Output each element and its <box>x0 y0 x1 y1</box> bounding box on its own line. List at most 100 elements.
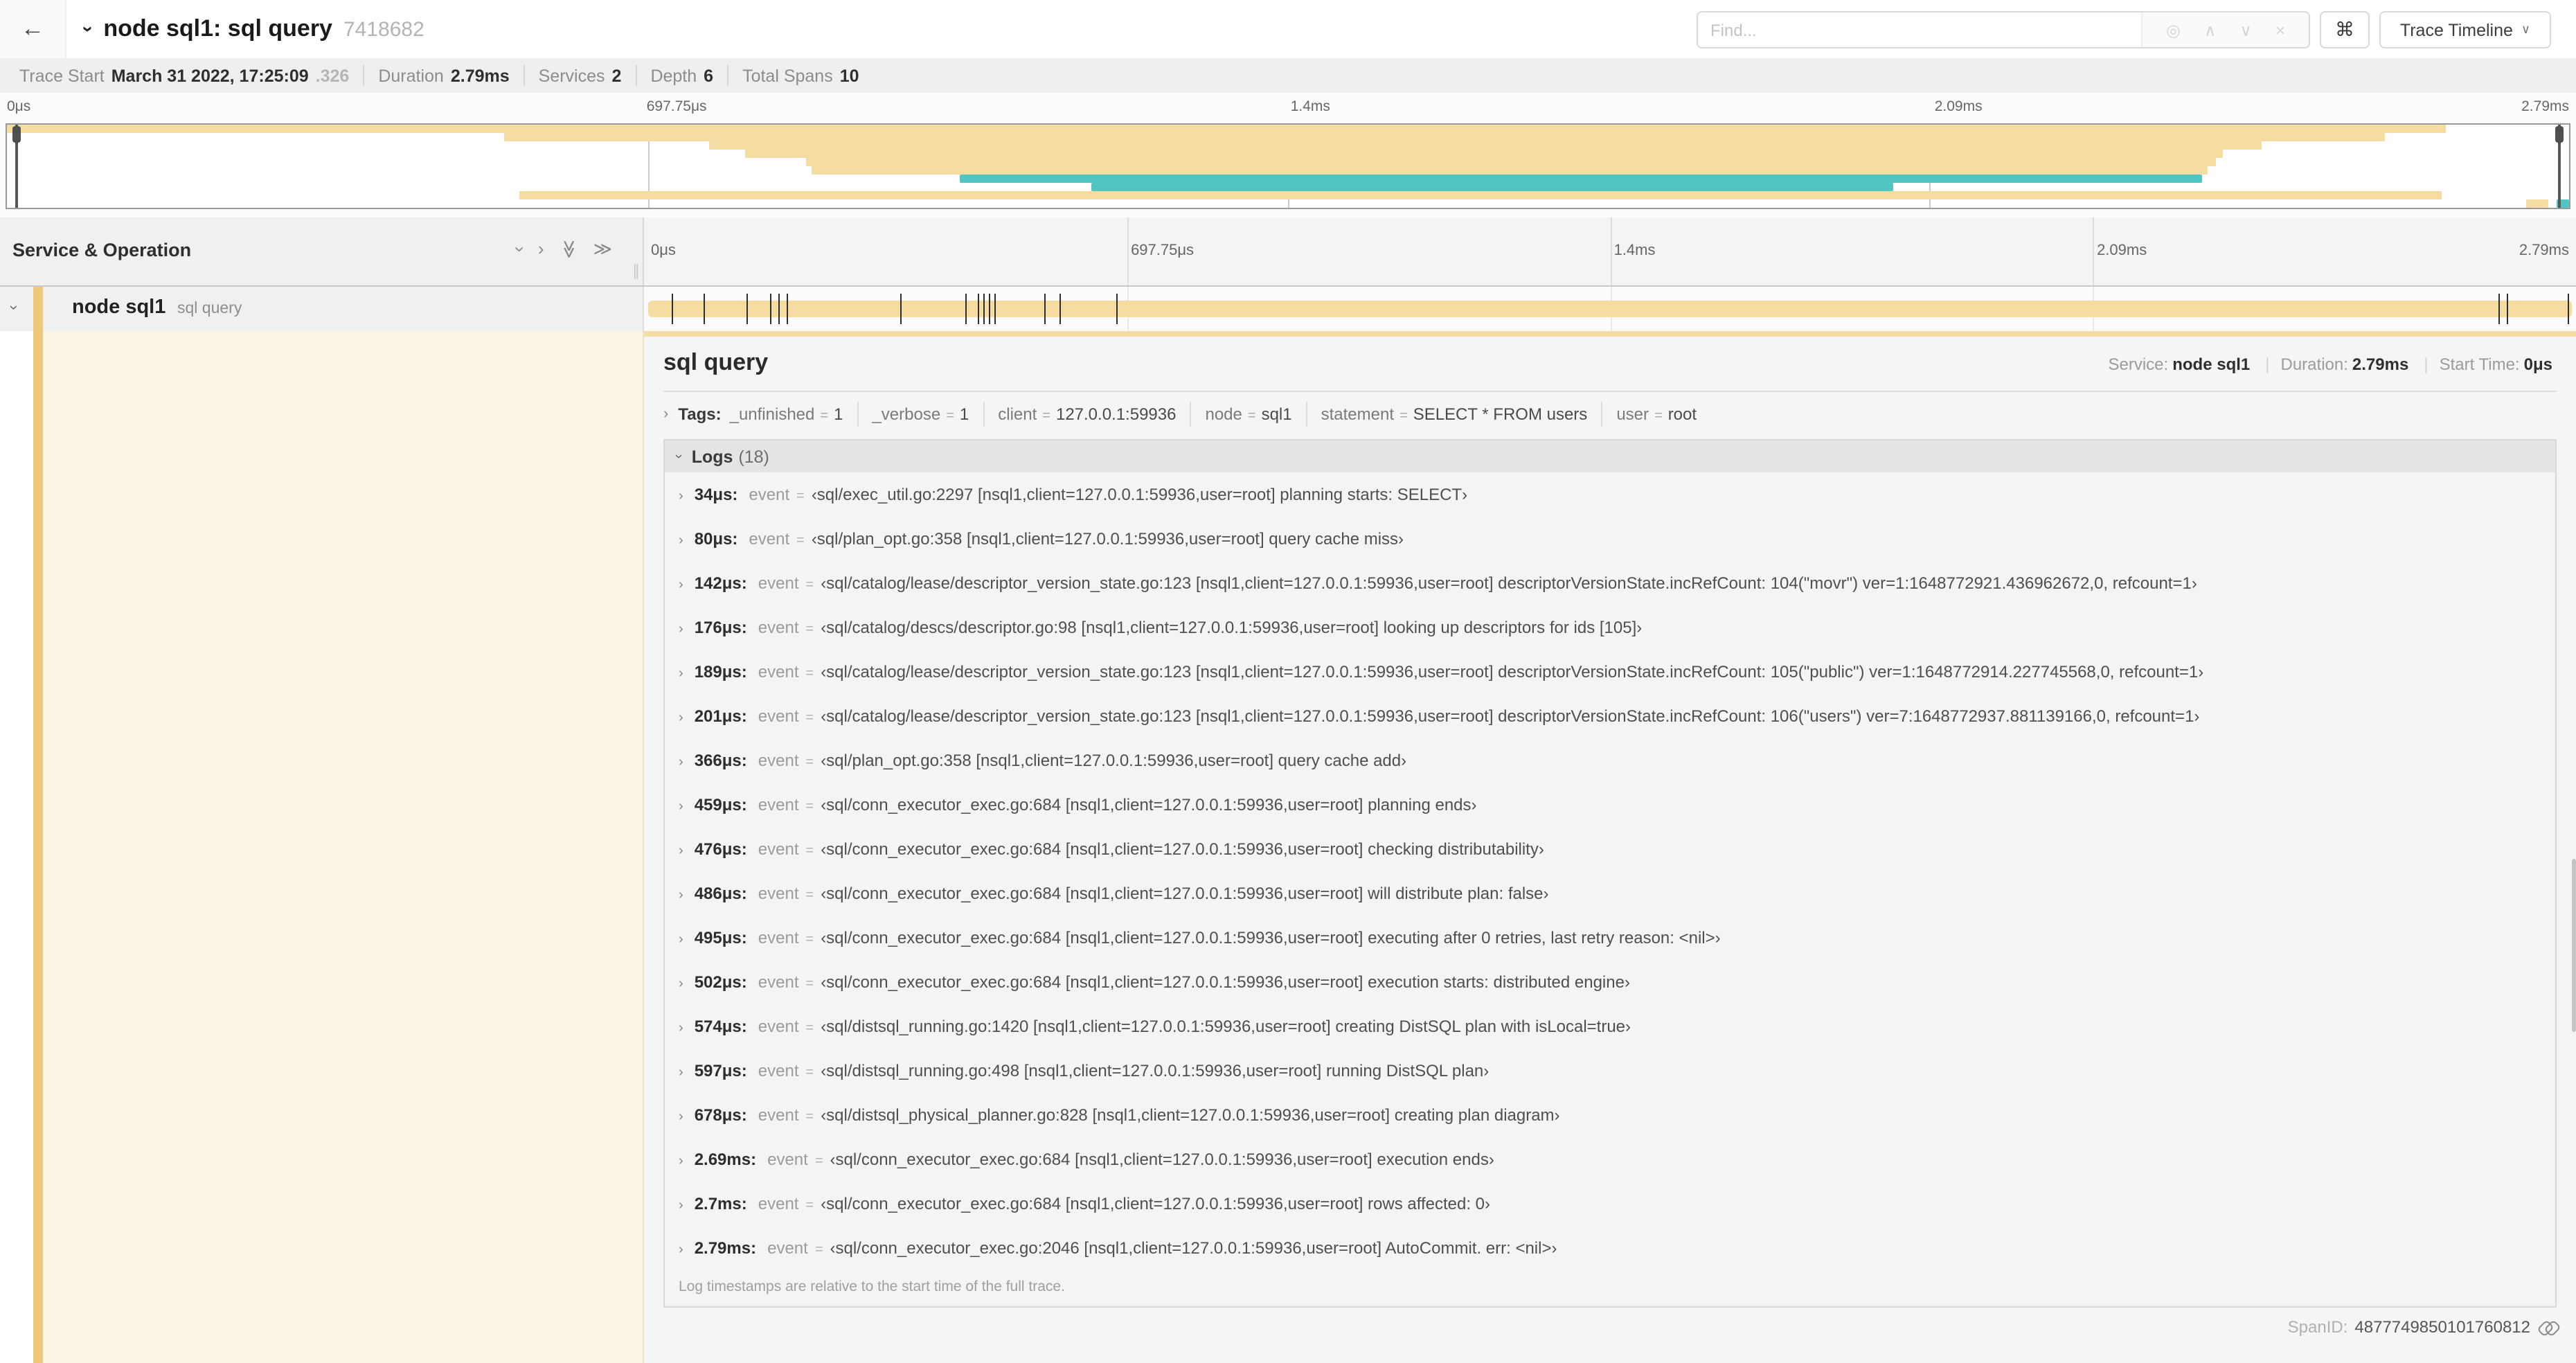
log-timestamp: 476μs: <box>694 839 747 859</box>
log-expand-icon[interactable]: › <box>679 1154 683 1169</box>
ruler-tick: 2.09ms <box>2097 242 2147 259</box>
tags-expand-icon[interactable]: › <box>663 406 668 422</box>
tag-item: client = 127.0.0.1:59936 <box>983 402 1190 427</box>
next-match-icon[interactable]: ∨ <box>2239 20 2252 39</box>
log-expand-icon[interactable]: › <box>679 888 683 903</box>
span-collapse-icon[interactable]: › <box>6 305 22 310</box>
tags-row[interactable]: › Tags: _unfinished = 1 _verbose = 1 client =… <box>663 402 2557 427</box>
tags-list: _unfinished = 1 _verbose = 1 client = 127.0.0.… <box>730 402 1710 427</box>
log-entry[interactable]: › 366μs: event = ‹sql/plan_opt.go:358 [n… <box>665 738 2555 783</box>
view-selector-button[interactable]: Trace Timeline ∨ <box>2379 11 2551 48</box>
expand-deep-icon[interactable]: ≫ <box>593 239 612 259</box>
log-expand-icon[interactable]: › <box>679 1021 683 1036</box>
log-expand-icon[interactable]: › <box>679 755 683 770</box>
log-entry[interactable]: › 459μs: event = ‹sql/conn_executor_exec… <box>665 783 2555 827</box>
back-arrow-icon: ← <box>21 15 44 42</box>
vertical-scrollbar[interactable] <box>2572 859 2576 1032</box>
log-expand-icon[interactable]: › <box>679 1065 683 1080</box>
log-entry[interactable]: › 597μs: event = ‹sql/distsql_running.go… <box>665 1049 2555 1093</box>
log-expand-icon[interactable]: › <box>679 666 683 682</box>
tag-item: user = root <box>1601 402 1710 427</box>
log-expand-icon[interactable]: › <box>679 489 683 504</box>
log-entry[interactable]: › 189μs: event = ‹sql/catalog/lease/desc… <box>665 650 2555 694</box>
log-expand-icon[interactable]: › <box>679 977 683 992</box>
log-field: event <box>758 706 799 726</box>
summary-item: Depth 6 <box>635 65 727 86</box>
log-entry[interactable]: › 678μs: event = ‹sql/distsql_physical_p… <box>665 1093 2555 1137</box>
log-field: event <box>758 1194 799 1213</box>
log-timestamp: 366μs: <box>694 751 747 770</box>
log-entry[interactable]: › 2.7ms: event = ‹sql/conn_executor_exec… <box>665 1182 2555 1226</box>
log-value: ‹sql/plan_opt.go:358 [nsql1,client=127.0… <box>821 751 1407 770</box>
detail-divider <box>663 391 2557 392</box>
log-value: ‹sql/conn_executor_exec.go:684 [nsql1,cl… <box>821 1194 1491 1213</box>
span-row[interactable]: › node sql1 sql query <box>0 287 2576 331</box>
log-entry[interactable]: › 486μs: event = ‹sql/conn_executor_exec… <box>665 871 2555 916</box>
locate-icon[interactable]: ◎ <box>2166 20 2181 39</box>
log-entry[interactable]: › 574μs: event = ‹sql/distsql_running.go… <box>665 1004 2555 1049</box>
log-equals: = <box>805 622 814 637</box>
minimap-tick: 2.09ms <box>1934 98 1983 115</box>
log-value: ‹sql/distsql_physical_planner.go:828 [ns… <box>821 1105 1560 1125</box>
log-entry[interactable]: › 2.79ms: event = ‹sql/conn_executor_exe… <box>665 1226 2555 1270</box>
log-field: event <box>758 884 799 903</box>
scrubber-knob[interactable] <box>2555 126 2564 143</box>
log-entry[interactable]: › 201μs: event = ‹sql/catalog/lease/desc… <box>665 694 2555 738</box>
log-timestamp: 2.79ms: <box>694 1238 757 1258</box>
log-expand-icon[interactable]: › <box>679 1198 683 1213</box>
log-expand-icon[interactable]: › <box>679 1242 683 1258</box>
back-button[interactable]: ← <box>0 0 66 58</box>
logs-header[interactable]: › Logs (18) <box>665 440 2555 472</box>
collapse-all-icon[interactable]: › <box>510 247 531 253</box>
log-entry[interactable]: › 476μs: event = ‹sql/conn_executor_exec… <box>665 827 2555 871</box>
log-field: event <box>767 1150 808 1169</box>
logs-collapse-icon[interactable]: › <box>670 454 686 459</box>
log-expand-icon[interactable]: › <box>679 711 683 726</box>
collapse-deep-icon[interactable]: ≫ <box>559 240 580 258</box>
column-resize-handle[interactable]: ∥ <box>632 262 640 280</box>
log-entry[interactable]: › 34μs: event = ‹sql/exec_util.go:2297 [… <box>665 472 2555 517</box>
log-entry[interactable]: › 80μs: event = ‹sql/plan_opt.go:358 [ns… <box>665 517 2555 561</box>
span-row-bar-cell[interactable] <box>644 287 2576 331</box>
log-entry[interactable]: › 142μs: event = ‹sql/catalog/lease/desc… <box>665 561 2555 605</box>
find-box: ◎ ∧ ∨ × <box>1697 11 2310 48</box>
clear-find-icon[interactable]: × <box>2275 20 2285 39</box>
log-timestamp: 495μs: <box>694 928 747 947</box>
log-field: event <box>749 529 790 549</box>
span-row-name-cell[interactable]: › node sql1 sql query <box>0 287 644 331</box>
trace-title-group[interactable]: › node sql1: sql query 7418682 <box>78 0 424 58</box>
log-expand-icon[interactable]: › <box>679 1110 683 1125</box>
span-duration-bar[interactable] <box>648 294 2572 324</box>
detail-left-gutter <box>0 331 644 1363</box>
tag-key: node <box>1205 404 1242 424</box>
log-entry[interactable]: › 495μs: event = ‹sql/conn_executor_exec… <box>665 916 2555 960</box>
log-entry[interactable]: › 176μs: event = ‹sql/catalog/descs/desc… <box>665 605 2555 650</box>
scrubber-knob[interactable] <box>12 126 21 143</box>
find-input[interactable] <box>1698 12 2141 47</box>
log-expand-icon[interactable]: › <box>679 844 683 859</box>
range-scrubber-right[interactable] <box>2555 125 2564 208</box>
log-entry[interactable]: › 2.69ms: event = ‹sql/conn_executor_exe… <box>665 1137 2555 1182</box>
minimap-spans <box>7 125 2569 208</box>
log-expand-icon[interactable]: › <box>679 799 683 814</box>
collapse-chevron-icon[interactable]: › <box>78 26 100 32</box>
tag-value: 127.0.0.1:59936 <box>1055 404 1177 424</box>
summary-value-suffix: .326 <box>315 66 350 85</box>
log-value: ‹sql/conn_executor_exec.go:684 [nsql1,cl… <box>821 884 1549 903</box>
minimap-canvas[interactable] <box>6 123 2570 209</box>
log-expand-icon[interactable]: › <box>679 533 683 549</box>
minimap-span <box>519 191 2441 199</box>
log-marker-tick <box>977 294 979 324</box>
log-expand-icon[interactable]: › <box>679 932 683 947</box>
log-expand-icon[interactable]: › <box>679 578 683 593</box>
log-entry[interactable]: › 502μs: event = ‹sql/conn_executor_exec… <box>665 960 2555 1004</box>
service-operation-header: Service & Operation › › ≫ ≫ ∥ <box>0 217 644 285</box>
expand-one-icon[interactable]: › <box>538 239 544 259</box>
deep-link-icon[interactable] <box>2537 1319 2561 1337</box>
shortcuts-button[interactable]: ⌘ <box>2320 11 2370 48</box>
log-expand-icon[interactable]: › <box>679 622 683 637</box>
prev-match-icon[interactable]: ∧ <box>2204 20 2217 39</box>
start-time-value: 0μs <box>2523 355 2552 374</box>
log-field: event <box>758 795 799 814</box>
range-scrubber-left[interactable] <box>12 125 21 208</box>
